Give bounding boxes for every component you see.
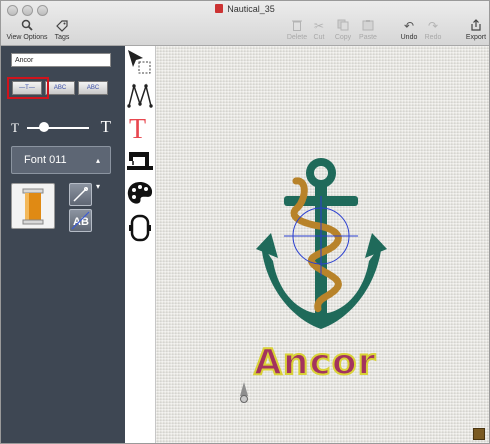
redo-icon: ↷ (427, 19, 439, 33)
export-icon (464, 19, 488, 33)
delete-button[interactable]: Delete (285, 19, 309, 41)
thread-color-button[interactable] (11, 183, 55, 229)
export-label: Export (465, 34, 487, 41)
arc-text-up-button[interactable]: ABC (45, 81, 75, 95)
node-edit-tool[interactable] (125, 80, 155, 112)
font-select[interactable]: Font 011 ▴ ▾ (11, 146, 111, 191)
text-t-icon: T (129, 114, 146, 145)
document-icon (215, 4, 224, 13)
view-options-button[interactable]: View Options (5, 19, 49, 41)
undo-button[interactable]: ↶ Undo (399, 19, 419, 41)
node-path-icon (127, 83, 153, 108)
copy-label: Copy (334, 34, 352, 41)
needle-button[interactable] (69, 183, 92, 206)
sewing-machine-icon (127, 152, 153, 170)
hoop-icon (129, 214, 151, 242)
arc-text-down-icon: ABC (86, 85, 100, 91)
slider-thumb[interactable] (39, 122, 49, 132)
spool-icon (22, 188, 44, 225)
tag-icon (51, 19, 73, 33)
ab-text-icon: AB (71, 211, 90, 230)
palette-icon (127, 182, 153, 204)
arc-text-down-button[interactable]: ABC (78, 81, 108, 95)
large-text-icon: T (100, 117, 111, 136)
design-canvas[interactable]: Ancor (156, 46, 489, 443)
redo-label: Redo (424, 34, 442, 41)
cut-label: Cut (313, 34, 325, 41)
export-button[interactable]: Export (464, 19, 488, 41)
svg-text:T: T (129, 114, 146, 144)
scissors-icon: ✂ (313, 19, 325, 33)
thread-corner-icon (473, 428, 485, 440)
copy-icon (334, 19, 352, 33)
stitch-tool[interactable] (125, 144, 155, 176)
slider-track (27, 127, 89, 129)
copy-button[interactable]: Copy (334, 19, 352, 41)
window-title: Nautical_35 (1, 4, 489, 14)
updown-chevron-icon: ▴ ▾ (95, 156, 100, 191)
text-input[interactable]: Ancor (11, 53, 111, 67)
clipboard-icon (357, 19, 379, 33)
toolbar: Nautical_35 View Options Tags Delete ✂ C… (1, 1, 489, 46)
selected-layout-highlight (7, 77, 49, 99)
hoop-tool[interactable] (125, 212, 155, 244)
text-tool[interactable]: T (125, 112, 155, 145)
color-palette-tool[interactable] (125, 178, 155, 210)
paste-button[interactable]: Paste (357, 19, 379, 41)
trash-icon (285, 19, 309, 33)
small-text-icon: T (11, 120, 19, 135)
design-text[interactable]: Ancor (253, 341, 376, 384)
undo-icon: ↶ (403, 19, 415, 33)
app-window: Nautical_35 View Options Tags Delete ✂ C… (0, 0, 490, 444)
text-size-slider[interactable]: T T (11, 117, 111, 136)
undo-label: Undo (400, 34, 418, 41)
tool-column: T (125, 46, 156, 443)
tags-label: Tags (54, 34, 70, 41)
tags-button[interactable]: Tags (51, 19, 73, 41)
text-effect-button[interactable]: AB (69, 209, 92, 232)
view-options-label: View Options (6, 34, 48, 41)
paste-label: Paste (359, 34, 377, 41)
redo-button[interactable]: ↷ Redo (424, 19, 442, 41)
arc-text-up-icon: ABC (53, 85, 67, 91)
select-tool[interactable] (125, 46, 155, 78)
needle-icon (73, 187, 88, 202)
anchor-design[interactable] (156, 46, 489, 443)
cut-button[interactable]: ✂ Cut (310, 19, 328, 41)
text-properties-panel: Ancor —T— ABC ABC T T Font 011 ▴ ▾ AB (1, 46, 125, 443)
font-select-value: Font 011 (24, 154, 67, 166)
delete-label: Delete (286, 34, 308, 41)
arrow-select-icon (128, 50, 151, 74)
magnifier-icon (5, 19, 49, 33)
